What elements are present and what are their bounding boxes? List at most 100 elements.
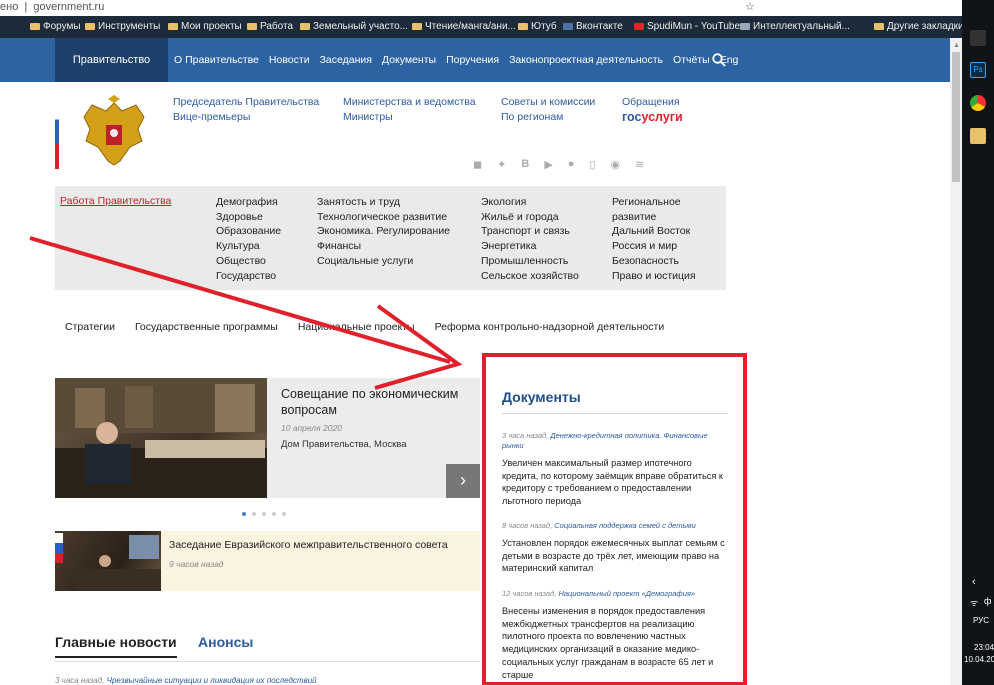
address-url[interactable]: ено | government.ru bbox=[0, 1, 104, 13]
document-topic-link[interactable]: Социальная поддержка семей с детьми bbox=[554, 521, 695, 530]
work-link[interactable]: Занятость и труд bbox=[317, 195, 450, 210]
slider-dot[interactable] bbox=[242, 512, 246, 516]
nav-item[interactable]: Новости bbox=[269, 54, 310, 66]
scroll-up-icon[interactable]: ▲ bbox=[953, 42, 960, 49]
vk-icon[interactable]: B bbox=[521, 158, 529, 171]
bookmark-item[interactable]: Вконтакте bbox=[563, 21, 623, 32]
youtube-icon[interactable]: ▶ bbox=[544, 158, 552, 171]
header-link[interactable]: Министерства и ведомства bbox=[343, 95, 476, 110]
slider-dot[interactable] bbox=[282, 512, 286, 516]
tab-announcements[interactable]: Анонсы bbox=[198, 634, 253, 650]
bookmark-item[interactable]: Другие закладки bbox=[874, 21, 962, 32]
work-link[interactable]: Сельское хозяйство bbox=[481, 269, 579, 284]
slider-dot[interactable] bbox=[252, 512, 256, 516]
work-link[interactable]: Транспорт и связь bbox=[481, 224, 579, 239]
clock-time[interactable]: 23:04 bbox=[974, 643, 994, 652]
wifi-icon[interactable]: ᯤ bbox=[970, 596, 978, 609]
slider-dot[interactable] bbox=[272, 512, 276, 516]
work-link[interactable]: Промышленность bbox=[481, 254, 579, 269]
nav-item[interactable]: Законопроектная деятельность bbox=[509, 54, 663, 66]
camera-icon[interactable]: ◼ bbox=[473, 158, 482, 171]
nav-item[interactable]: Документы bbox=[382, 54, 436, 66]
gosuslugi-logo[interactable]: госуслуги bbox=[622, 110, 683, 124]
star-icon[interactable]: ☆ bbox=[745, 0, 755, 13]
slide-photo[interactable] bbox=[55, 378, 267, 498]
taskbar-app-icon[interactable] bbox=[970, 30, 986, 46]
header-appeals-link[interactable]: Обращения bbox=[622, 95, 680, 110]
work-link[interactable]: Россия и мир bbox=[612, 239, 726, 254]
document-item[interactable]: 12 часов назад, Национальный проект «Дем… bbox=[502, 589, 728, 681]
work-link[interactable]: Дальний Восток bbox=[612, 224, 726, 239]
twitter-icon[interactable]: ✦ bbox=[497, 158, 506, 171]
clock-date[interactable]: 10.04.20 bbox=[964, 655, 994, 664]
photoshop-icon[interactable]: Ps bbox=[970, 62, 986, 78]
documents-title[interactable]: Документы bbox=[502, 389, 581, 405]
people-icon[interactable]: ● bbox=[568, 158, 575, 171]
subnav-item[interactable]: Государственные программы bbox=[135, 321, 278, 333]
explorer-icon[interactable] bbox=[970, 128, 986, 144]
scrollbar-thumb[interactable] bbox=[952, 52, 960, 182]
subnav-item[interactable]: Реформа контрольно-надзорной деятельност… bbox=[435, 321, 665, 333]
bookmark-item[interactable]: Форумы bbox=[30, 21, 81, 32]
bookmark-item[interactable]: Интеллектуальный... bbox=[740, 21, 850, 32]
rss-icon[interactable]: ≋ bbox=[635, 158, 644, 171]
work-link[interactable]: Финансы bbox=[317, 239, 450, 254]
news-topic-link[interactable]: Чрезвычайные ситуации и ликвидация их по… bbox=[107, 676, 317, 685]
sound-icon[interactable]: ф bbox=[984, 596, 991, 606]
work-link[interactable]: Технологическое развитие bbox=[317, 210, 450, 225]
work-link[interactable]: Экология bbox=[481, 195, 579, 210]
subnav-item[interactable]: Стратегии bbox=[65, 321, 115, 333]
header-link[interactable]: По регионам bbox=[501, 110, 595, 125]
slider-dot[interactable] bbox=[262, 512, 266, 516]
work-link[interactable]: Жильё и города bbox=[481, 210, 579, 225]
secondary-news-card[interactable]: Заседание Евразийского межправительствен… bbox=[55, 531, 480, 591]
document-item[interactable]: 3 часа назад, Денежно-кредитная политика… bbox=[502, 431, 728, 508]
bookmark-item[interactable]: Мои проекты bbox=[168, 21, 242, 32]
work-link[interactable]: Экономика. Регулирование bbox=[317, 224, 450, 239]
work-link[interactable]: Образование bbox=[216, 224, 281, 239]
bookmark-item[interactable]: Инструменты bbox=[85, 21, 160, 32]
work-link[interactable]: Региональное развитие bbox=[612, 195, 726, 224]
header-link[interactable]: Советы и комиссии bbox=[501, 95, 595, 110]
work-title-link[interactable]: Работа Правительства bbox=[60, 195, 171, 207]
header-link[interactable]: Председатель Правительства bbox=[173, 95, 319, 110]
nav-item[interactable]: Заседания bbox=[320, 54, 372, 66]
mobile-icon[interactable]: ▯ bbox=[589, 158, 595, 171]
chevron-right-icon[interactable]: › bbox=[446, 464, 480, 498]
nav-item[interactable]: Поручения bbox=[446, 54, 499, 66]
document-text[interactable]: Установлен порядок ежемесячных выплат се… bbox=[502, 537, 728, 575]
secondary-news-title[interactable]: Заседание Евразийского межправительствен… bbox=[169, 539, 448, 551]
slide-title[interactable]: Совещание по экономическим вопросам bbox=[281, 386, 471, 418]
work-link[interactable]: Здоровье bbox=[216, 210, 281, 225]
work-link[interactable]: Социальные услуги bbox=[317, 254, 450, 269]
bookmark-item[interactable]: SpudiMun - YouTube bbox=[634, 21, 740, 32]
nav-item[interactable]: О Правительстве bbox=[174, 54, 259, 66]
bookmark-item[interactable]: Чтение/манга/ани... bbox=[412, 21, 516, 32]
document-text[interactable]: Внесены изменения в порядок предоставлен… bbox=[502, 605, 728, 681]
bookmark-item[interactable]: Земельный участо... bbox=[300, 21, 408, 32]
work-link[interactable]: Безопасность bbox=[612, 254, 726, 269]
page-scrollbar[interactable]: ▲ bbox=[950, 38, 962, 685]
browser-address-bar[interactable]: ено | government.ru ☆ bbox=[0, 0, 962, 16]
nav-government[interactable]: Правительство России bbox=[55, 38, 168, 110]
search-icon[interactable] bbox=[712, 53, 726, 67]
work-link[interactable]: Общество bbox=[216, 254, 281, 269]
language-indicator[interactable]: РУС bbox=[973, 616, 989, 625]
document-item[interactable]: 8 часов назад, Социальная поддержка семе… bbox=[502, 521, 728, 575]
work-link[interactable]: Культура bbox=[216, 239, 281, 254]
chevron-left-icon[interactable]: ‹ bbox=[972, 576, 976, 588]
tab-main-news[interactable]: Главные новости bbox=[55, 634, 177, 658]
work-link[interactable]: Право и юстиция bbox=[612, 269, 726, 284]
document-topic-link[interactable]: Национальный проект «Демография» bbox=[558, 589, 695, 598]
work-link[interactable]: Энергетика bbox=[481, 239, 579, 254]
header-link[interactable]: Вице-премьеры bbox=[173, 110, 319, 125]
work-link[interactable]: Демография bbox=[216, 195, 281, 210]
subnav-item[interactable]: Национальные проекты bbox=[298, 321, 415, 333]
work-link[interactable]: Государство bbox=[216, 269, 281, 284]
bookmark-item[interactable]: Работа bbox=[247, 21, 293, 32]
document-text[interactable]: Увеличен максимальный размер ипотечного … bbox=[502, 457, 728, 508]
header-link[interactable]: Министры bbox=[343, 110, 476, 125]
nav-item[interactable]: Отчёты bbox=[673, 54, 710, 66]
eye-icon[interactable]: ◉ bbox=[611, 158, 621, 171]
bookmark-item[interactable]: Ютуб bbox=[518, 21, 557, 32]
